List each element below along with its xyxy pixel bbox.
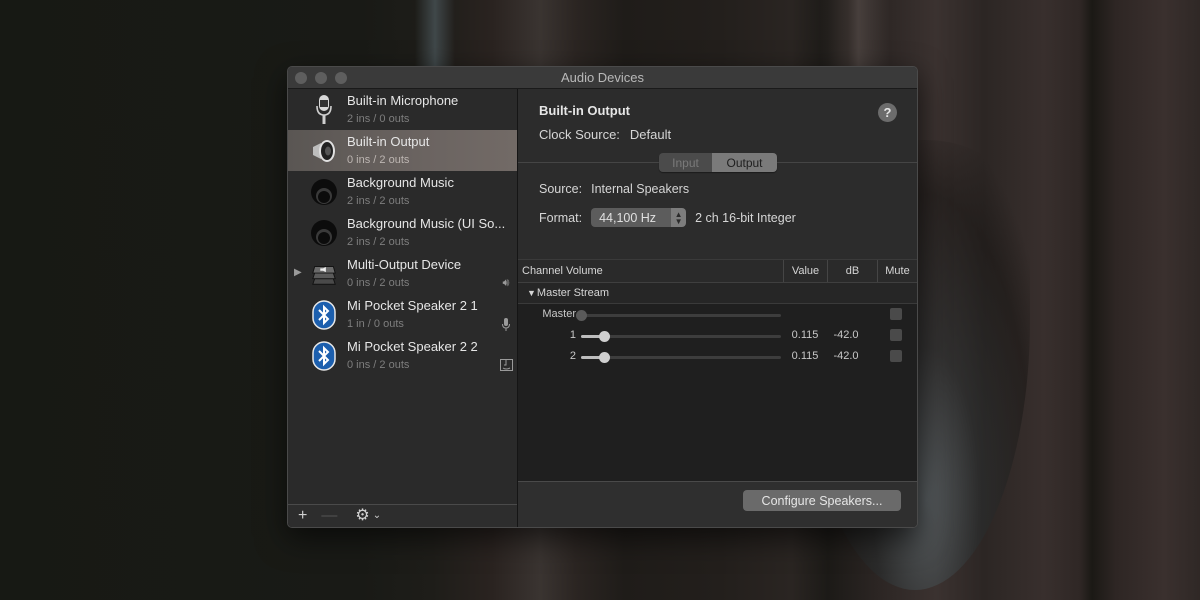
device-name: Background Music xyxy=(347,174,454,190)
window-title: Audio Devices xyxy=(560,70,645,85)
disclosure-triangle-icon[interactable]: ▼ xyxy=(527,288,536,298)
clock-source-value[interactable]: Default xyxy=(630,127,671,142)
mute-checkbox[interactable] xyxy=(890,308,902,320)
device-item-built-in-output[interactable]: Built-in Output 0 ins / 2 outs xyxy=(288,130,517,171)
device-io: 2 ins / 0 outs xyxy=(347,112,410,125)
help-button[interactable]: ? xyxy=(878,103,897,122)
wallpaper-glass-highlight xyxy=(415,0,455,70)
format-value: 44,100 Hz xyxy=(591,208,672,227)
channel-row: 2 0.115 -42.0 xyxy=(518,346,917,367)
source-row: Source: Internal Speakers xyxy=(539,182,689,196)
format-row: Format: 44,100 Hz ▲ ▼ 2 ch 16-bit Integer xyxy=(539,208,796,227)
device-name: Background Music (UI So... xyxy=(347,215,506,231)
table-header: Channel Volume Value dB Mute xyxy=(518,259,917,283)
clock-source-label: Clock Source: xyxy=(539,127,620,142)
device-list: Built-in Microphone 2 ins / 0 outs Built… xyxy=(288,89,517,504)
detail-footer: Configure Speakers... xyxy=(518,481,917,527)
device-item-background-music[interactable]: Background Music 2 ins / 2 outs xyxy=(288,171,517,212)
channel-row: Master xyxy=(518,304,917,325)
format-label: Format: xyxy=(539,210,583,225)
device-name: Mi Pocket Speaker 2 2 xyxy=(347,338,478,354)
device-name: Multi-Output Device xyxy=(347,256,462,272)
chevron-down-icon: ⌄ xyxy=(372,510,382,521)
channel-row: 1 0.115 -42.0 xyxy=(518,325,917,346)
clock-source: Clock Source: Default xyxy=(539,127,671,142)
device-name: Mi Pocket Speaker 2 1 xyxy=(347,297,478,313)
source-label: Source: xyxy=(539,182,583,196)
mute-checkbox[interactable] xyxy=(890,329,902,341)
device-io: 0 ins / 2 outs xyxy=(347,358,410,371)
window-controls xyxy=(295,72,347,84)
device-title: Built-in Output xyxy=(539,103,630,118)
device-detail-pane: Built-in Output Clock Source: Default ? I… xyxy=(518,89,917,527)
channel-db: -42.0 xyxy=(833,350,859,362)
device-name: Built-in Output xyxy=(347,133,430,149)
column-header-channel-volume[interactable]: Channel Volume xyxy=(518,260,784,282)
column-header-db[interactable]: dB xyxy=(828,260,878,282)
channel-volume-slider[interactable] xyxy=(581,331,781,342)
gear-icon: ⚙ xyxy=(355,507,370,524)
device-item-mi-pocket-speaker-2-2[interactable]: Mi Pocket Speaker 2 2 0 ins / 2 outs xyxy=(288,335,517,376)
channel-value: 0.115 xyxy=(791,350,819,362)
channel-volume-slider[interactable] xyxy=(581,352,781,363)
action-menu-button[interactable]: ⚙ ⌄ xyxy=(355,508,381,524)
minimize-button[interactable] xyxy=(315,72,327,84)
sidebar-footer: + — ⚙ ⌄ xyxy=(288,504,517,527)
background-music-icon xyxy=(310,176,338,208)
bluetooth-icon xyxy=(310,299,338,331)
finder-icon xyxy=(499,358,513,372)
format-description: 2 ch 16-bit Integer xyxy=(695,210,796,225)
close-button[interactable] xyxy=(295,72,307,84)
device-io: 1 in / 0 outs xyxy=(347,317,404,330)
disclosure-triangle-icon[interactable]: ▶ xyxy=(294,267,302,278)
slider-knob[interactable] xyxy=(599,331,610,342)
tab-output[interactable]: Output xyxy=(712,153,777,172)
device-item-background-music-ui-sounds[interactable]: Background Music (UI So... 2 ins / 2 out… xyxy=(288,212,517,253)
channel-label: 1 xyxy=(569,329,576,341)
channel-volume-slider xyxy=(576,310,781,321)
configure-speakers-button[interactable]: Configure Speakers... xyxy=(743,490,901,511)
stepper-arrows-icon: ▲ ▼ xyxy=(671,208,687,227)
remove-device-button[interactable]: — xyxy=(321,508,337,524)
column-header-mute[interactable]: Mute xyxy=(878,260,917,282)
device-io: 0 ins / 2 outs xyxy=(347,153,410,166)
title-bar[interactable]: Audio Devices xyxy=(288,67,917,89)
device-item-multi-output-device[interactable]: ▶ Multi-Output Device 0 ins / 2 outs 🔊︎ xyxy=(288,253,517,294)
slider-knob[interactable] xyxy=(599,352,610,363)
channel-label: 2 xyxy=(569,350,576,362)
channel-volume-table: Channel Volume Value dB Mute ▼ Master St… xyxy=(518,259,917,481)
mute-checkbox[interactable] xyxy=(890,350,902,362)
add-device-button[interactable]: + xyxy=(298,508,307,524)
device-sidebar: Built-in Microphone 2 ins / 0 outs Built… xyxy=(288,89,518,527)
channel-value: 0.115 xyxy=(791,329,819,341)
device-name: Built-in Microphone xyxy=(347,92,459,108)
bluetooth-icon xyxy=(310,340,338,372)
speaker-icon xyxy=(310,135,338,167)
tab-input[interactable]: Input xyxy=(659,153,712,172)
device-io: 0 ins / 2 outs xyxy=(347,276,410,289)
slider-knob xyxy=(576,310,587,321)
master-stream-group[interactable]: ▼ Master Stream xyxy=(518,283,917,304)
column-header-value[interactable]: Value xyxy=(784,260,828,282)
device-io: 2 ins / 2 outs xyxy=(347,235,410,248)
source-value: Internal Speakers xyxy=(591,182,690,196)
microphone-icon xyxy=(499,317,513,331)
zoom-button[interactable] xyxy=(335,72,347,84)
channel-label: Master xyxy=(542,308,576,320)
microphone-icon xyxy=(310,94,338,126)
device-item-built-in-microphone[interactable]: Built-in Microphone 2 ins / 0 outs xyxy=(288,89,517,130)
multi-output-icon xyxy=(310,258,338,290)
group-label: Master Stream xyxy=(536,287,610,299)
volume-icon: 🔊︎ xyxy=(502,276,510,289)
channel-db: -42.0 xyxy=(833,329,859,341)
audio-devices-window: Audio Devices Built-in Microphone 2 ins … xyxy=(287,66,918,528)
device-item-mi-pocket-speaker-2-1[interactable]: Mi Pocket Speaker 2 1 1 in / 0 outs xyxy=(288,294,517,335)
background-music-icon xyxy=(310,217,338,249)
format-popup[interactable]: 44,100 Hz ▲ ▼ xyxy=(591,208,687,227)
input-output-tabs: Input Output xyxy=(659,153,777,172)
device-io: 2 ins / 2 outs xyxy=(347,194,410,207)
